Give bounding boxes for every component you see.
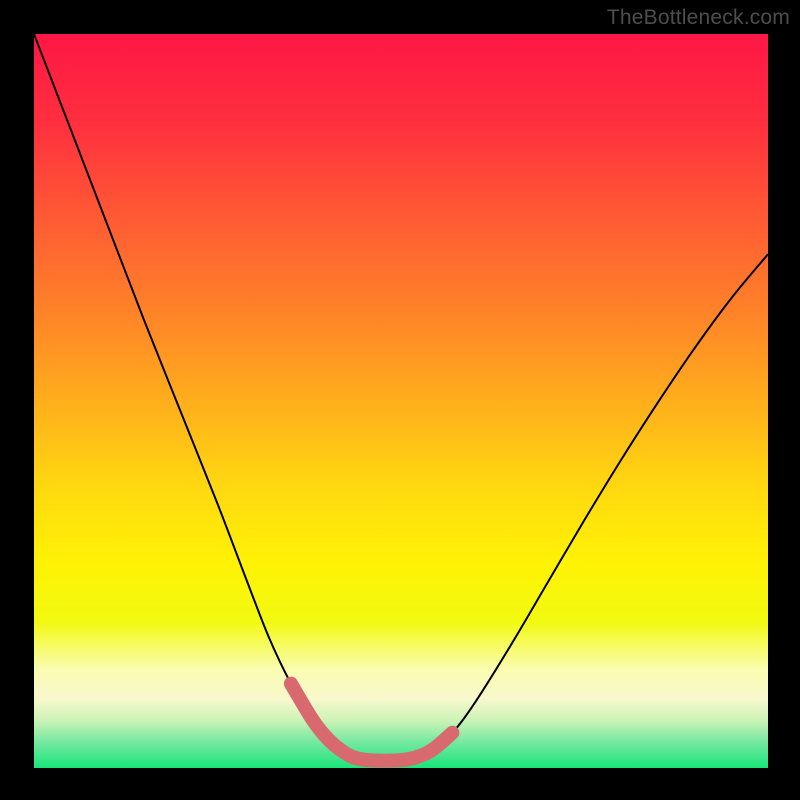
watermark-text: TheBottleneck.com: [607, 6, 790, 30]
highlight-segment: [291, 684, 452, 761]
plot-area: [34, 34, 768, 768]
curve-layer: [34, 34, 768, 768]
bottleneck-curve: [34, 34, 768, 761]
chart-frame: TheBottleneck.com: [0, 0, 800, 800]
